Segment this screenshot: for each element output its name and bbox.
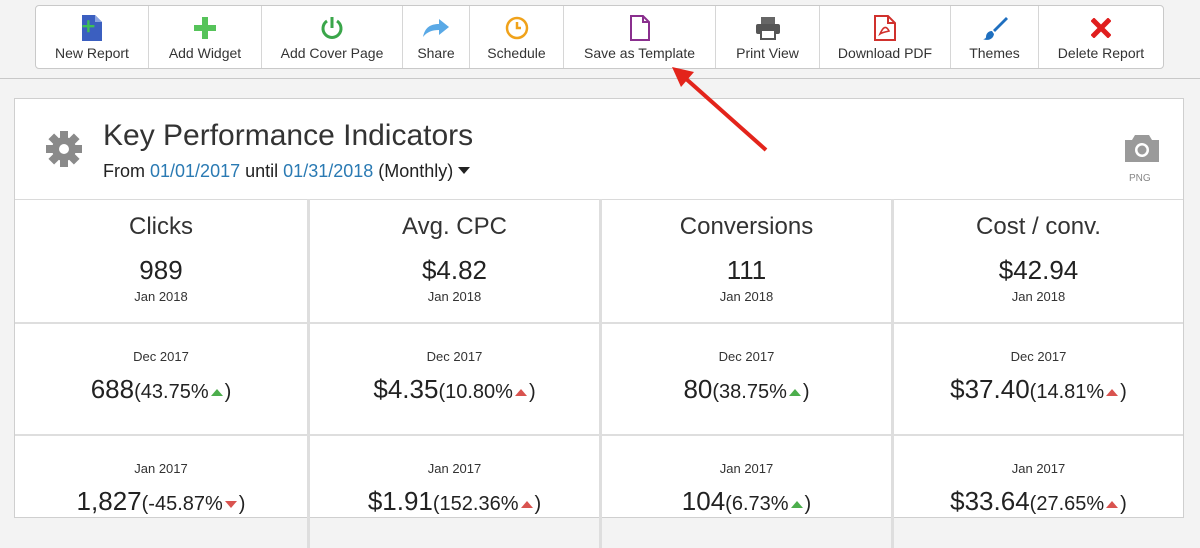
annotation-arrow-icon — [672, 67, 768, 152]
